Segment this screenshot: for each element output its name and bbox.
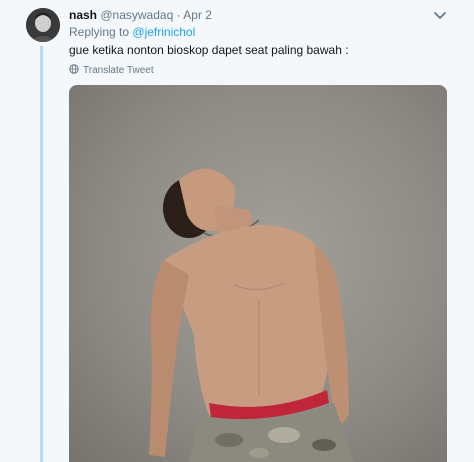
replying-prefix: Replying to: [69, 25, 130, 39]
tweet[interactable]: nash @nasywadaq · Apr 2 Replying to @jef…: [0, 0, 474, 462]
tweet-date[interactable]: Apr 2: [183, 8, 212, 22]
author-handle[interactable]: @nasywadaq: [100, 8, 173, 22]
tweet-photo[interactable]: [69, 85, 447, 462]
tweet-text: gue ketika nonton bioskop dapet seat pal…: [69, 43, 349, 57]
avatar[interactable]: [26, 8, 60, 42]
replying-to: Replying to @jefrinichol: [69, 25, 195, 39]
chevron-down-icon[interactable]: [433, 9, 447, 21]
author-name[interactable]: nash: [69, 8, 97, 22]
tweet-header: nash @nasywadaq · Apr 2: [69, 8, 212, 22]
thread-line: [40, 46, 43, 462]
translate-label: Translate Tweet: [83, 65, 154, 76]
translate-tweet-link[interactable]: Translate Tweet: [69, 64, 154, 77]
header-separator: ·: [176, 8, 181, 22]
replying-mention-link[interactable]: @jefrinichol: [132, 25, 195, 39]
globe-icon: [69, 64, 79, 77]
